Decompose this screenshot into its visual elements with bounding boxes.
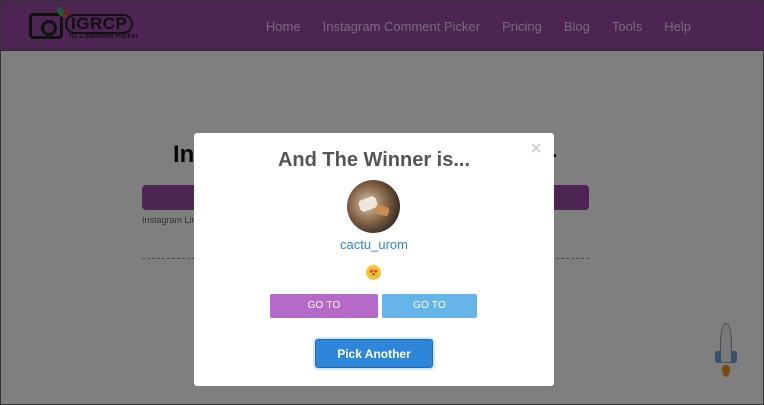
comment-emoji: 😍	[366, 265, 381, 280]
winner-username[interactable]: cactu_urom	[194, 237, 554, 252]
modal-title: And The Winner is...	[277, 149, 471, 171]
pick-another-button[interactable]: Pick Another	[315, 339, 433, 368]
go-to-profile-button[interactable]: GO TO PROFILE	[382, 294, 477, 335]
action-buttons: GO TO COMMENT GO TO PROFILE	[270, 294, 477, 335]
go-to-comment-button[interactable]: GO TO COMMENT	[270, 294, 378, 335]
winner-modal: × And The Winner is... cactu_urom 😍 GO T…	[194, 133, 554, 386]
winner-avatar	[347, 180, 400, 233]
